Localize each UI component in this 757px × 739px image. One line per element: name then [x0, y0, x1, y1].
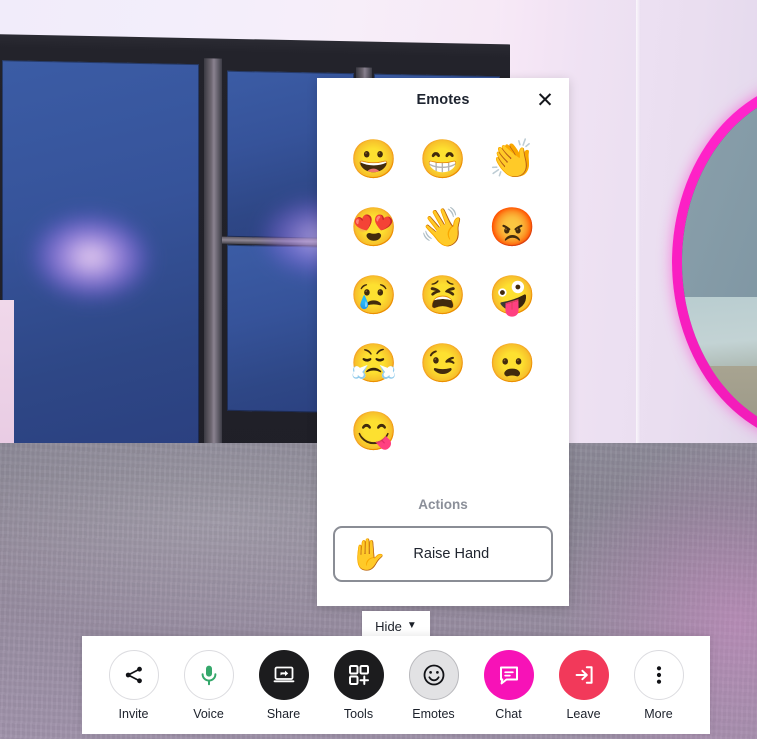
toolbar-item-emotes[interactable]: Emotes: [396, 649, 471, 721]
raise-hand-label: Raise Hand: [413, 546, 490, 562]
clapping-hands-icon: 👏: [488, 139, 536, 181]
pouting-angry-face-icon: 😡: [488, 207, 536, 249]
window-mullion: [204, 58, 222, 455]
emote-button-grinning-face[interactable]: 😀: [339, 126, 408, 194]
beaming-face-smiling-eyes-icon: 😁: [419, 139, 467, 181]
emote-button-zany-face[interactable]: 🤪: [478, 262, 547, 330]
toolbar-label-tools: Tools: [343, 706, 374, 721]
microphone-icon: [183, 649, 234, 700]
face-savoring-food-icon: 😋: [350, 411, 398, 453]
screen-share-icon: [258, 649, 309, 700]
emote-button-frowning-face-open-mouth[interactable]: 😦: [478, 330, 547, 398]
close-icon[interactable]: ✕: [529, 84, 561, 116]
chevron-down-icon: ▼: [406, 620, 417, 631]
grinning-face-icon: 😀: [350, 139, 398, 181]
emotes-panel-header: Emotes ✕: [317, 78, 569, 122]
toolbar-item-invite[interactable]: Invite: [96, 649, 171, 721]
panel-title: Emotes: [416, 92, 470, 108]
toolbar-item-voice[interactable]: Voice: [171, 649, 246, 721]
toolbar-label-chat: Chat: [495, 706, 522, 721]
raise-hand-button[interactable]: ✋ Raise Hand: [333, 526, 553, 582]
exit-arrow-icon: [558, 649, 609, 700]
weary-tired-face-icon: 😫: [419, 275, 467, 317]
toolbar-label-share: Share: [266, 706, 301, 721]
chat-bubble-icon: [483, 649, 534, 700]
face-with-steam-from-nose-icon: 😤: [350, 343, 398, 385]
waving-hand-icon: 👋: [419, 207, 467, 249]
toolbar-item-share[interactable]: Share: [246, 649, 321, 721]
app-stage: Emotes ✕ 😀 😁 👏 😍 👋 😡 😢 😫 🤪 😤 😉 😦 😋 Actio…: [0, 0, 757, 739]
adjacent-room-side-wall: [682, 101, 757, 304]
crying-face-icon: 😢: [350, 275, 398, 317]
toolbar-item-leave[interactable]: Leave: [546, 649, 621, 721]
hide-button-label: Hide: [375, 618, 402, 634]
toolbar-label-invite: Invite: [118, 706, 149, 721]
emote-button-winking-face[interactable]: 😉: [408, 330, 477, 398]
toolbar-item-tools[interactable]: Tools: [321, 649, 396, 721]
emote-button-face-with-steam-from-nose[interactable]: 😤: [339, 330, 408, 398]
three-dots-icon: [633, 649, 684, 700]
toolbar-label-leave: Leave: [566, 706, 601, 721]
emote-button-pouting-angry-face[interactable]: 😡: [478, 194, 547, 262]
emote-button-beaming-face-smiling-eyes[interactable]: 😁: [408, 126, 477, 194]
share-nodes-icon: [108, 649, 159, 700]
emotes-panel: Emotes ✕ 😀 😁 👏 😍 👋 😡 😢 😫 🤪 😤 😉 😦 😋 Actio…: [317, 78, 569, 606]
smiling-face-heart-eyes-icon: 😍: [350, 207, 398, 249]
toolbar-item-more[interactable]: More: [621, 649, 696, 721]
frowning-face-open-mouth-icon: 😦: [488, 343, 536, 385]
bottom-toolbar: Invite Voice Share Tools Emotes Chat Lea…: [82, 636, 710, 734]
emote-button-clapping-hands[interactable]: 👏: [478, 126, 547, 194]
actions-section-title: Actions: [418, 497, 468, 512]
smiley-face-icon: [408, 649, 459, 700]
emote-button-smiling-face-heart-eyes[interactable]: 😍: [339, 194, 408, 262]
adjacent-room-rug: [698, 366, 757, 430]
emote-button-crying-face[interactable]: 😢: [339, 262, 408, 330]
zany-face-icon: 🤪: [488, 275, 536, 317]
toolbar-label-voice: Voice: [193, 706, 224, 721]
toolbar-label-more: More: [644, 706, 673, 721]
grid-plus-icon: [333, 649, 384, 700]
raised-hand-icon: ✋: [349, 536, 388, 572]
emote-button-weary-tired-face[interactable]: 😫: [408, 262, 477, 330]
winking-face-icon: 😉: [419, 343, 467, 385]
emote-grid: 😀 😁 👏 😍 👋 😡 😢 😫 🤪 😤 😉 😦 😋: [317, 122, 569, 493]
window-pane: [2, 60, 199, 449]
wall-corner-edge: [636, 0, 641, 500]
emote-button-face-savoring-food[interactable]: 😋: [339, 398, 408, 466]
archway-opening: [682, 88, 757, 436]
toolbar-item-chat[interactable]: Chat: [471, 649, 546, 721]
toolbar-label-emotes: Emotes: [412, 706, 455, 721]
emote-button-waving-hand[interactable]: 👋: [408, 194, 477, 262]
